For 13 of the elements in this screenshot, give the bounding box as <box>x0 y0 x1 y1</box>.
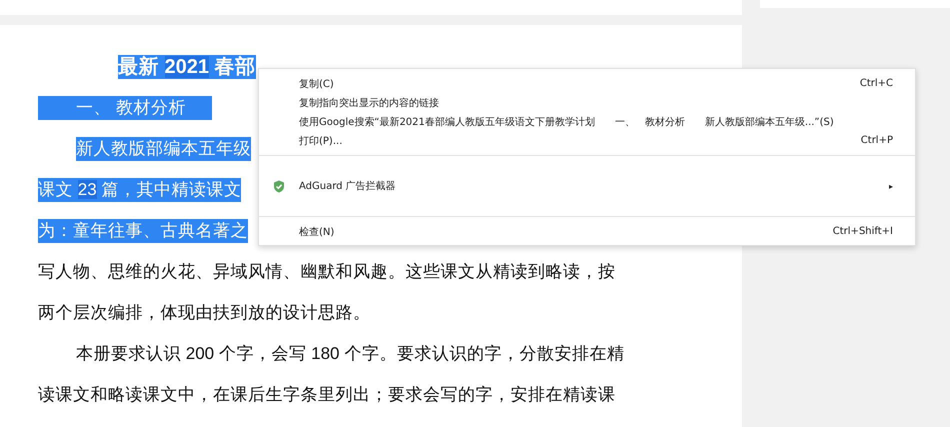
menu-item[interactable]: 检查(N) Ctrl+Shift+I <box>259 222 915 241</box>
menu-item[interactable]: 复制(C) Ctrl+C <box>259 74 915 93</box>
text-line: 本册要求认识 200 个字，会写 180 个字。要求认识的字，分散安排在精 <box>76 343 624 365</box>
text-line: 两个层次编排，体现由扶到放的设计思路。 <box>38 302 370 324</box>
menu-item[interactable]: 使用Google搜索“最新2021春部编人教版五年级语文下册教学计划 一、 教材分析 新人教版部编本五年级...”(S) <box>259 112 915 131</box>
section-heading: 一、 教材分析 <box>38 96 212 120</box>
text-line: 写人物、思维的火花、异域风情、幽默和风趣。这些课文从精读到略读，按 <box>38 261 616 283</box>
document-title: 最新 2021 春部 <box>118 55 256 79</box>
menu-item[interactable]: AdGuard 广告拦截器 ▸ <box>259 161 915 211</box>
menu-item[interactable]: 复制指向突出显示的内容的链接 <box>259 93 915 112</box>
menu-item[interactable]: 打印(P)... Ctrl+P <box>259 131 915 150</box>
shield-check-icon <box>273 180 285 192</box>
text-line: 读课文和略读课文中，在课后生字条里列出；要求会写的字，安排在精读课 <box>38 384 616 406</box>
